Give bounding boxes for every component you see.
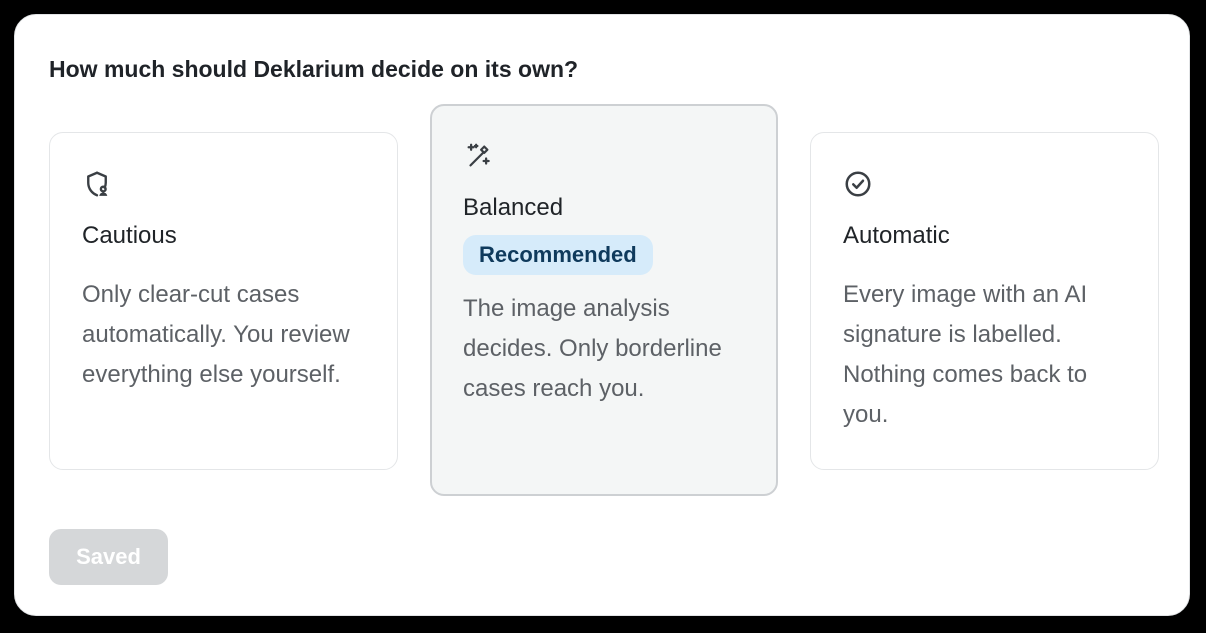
recommended-badge: Recommended — [463, 235, 653, 275]
option-card-automatic[interactable]: Automatic Every image with an AI signatu… — [810, 132, 1159, 470]
magic-wand-icon — [463, 141, 493, 171]
autonomy-settings-panel: How much should Deklarium decide on its … — [14, 14, 1190, 616]
option-title: Automatic — [843, 222, 950, 249]
card-content: Cautious Only clear-cut cases automatica… — [82, 169, 373, 395]
option-title: Balanced — [463, 194, 564, 221]
card-content: Automatic Every image with an AI signatu… — [843, 169, 1134, 435]
shield-user-icon — [82, 169, 112, 199]
option-description: Only clear-cut cases automatically. You … — [82, 281, 350, 388]
option-card-balanced[interactable]: Balanced Recommended The image analysis … — [430, 104, 778, 496]
save-button[interactable]: Saved — [49, 529, 168, 585]
option-description: The image analysis decides. Only borderl… — [463, 295, 722, 402]
card-content: Balanced Recommended The image analysis … — [463, 141, 752, 409]
question-heading: How much should Deklarium decide on its … — [49, 56, 579, 82]
check-circle-icon — [843, 169, 873, 199]
option-title: Cautious — [82, 222, 177, 249]
option-description: Every image with an AI signature is labe… — [843, 281, 1088, 428]
option-card-cautious[interactable]: Cautious Only clear-cut cases automatica… — [49, 132, 398, 470]
